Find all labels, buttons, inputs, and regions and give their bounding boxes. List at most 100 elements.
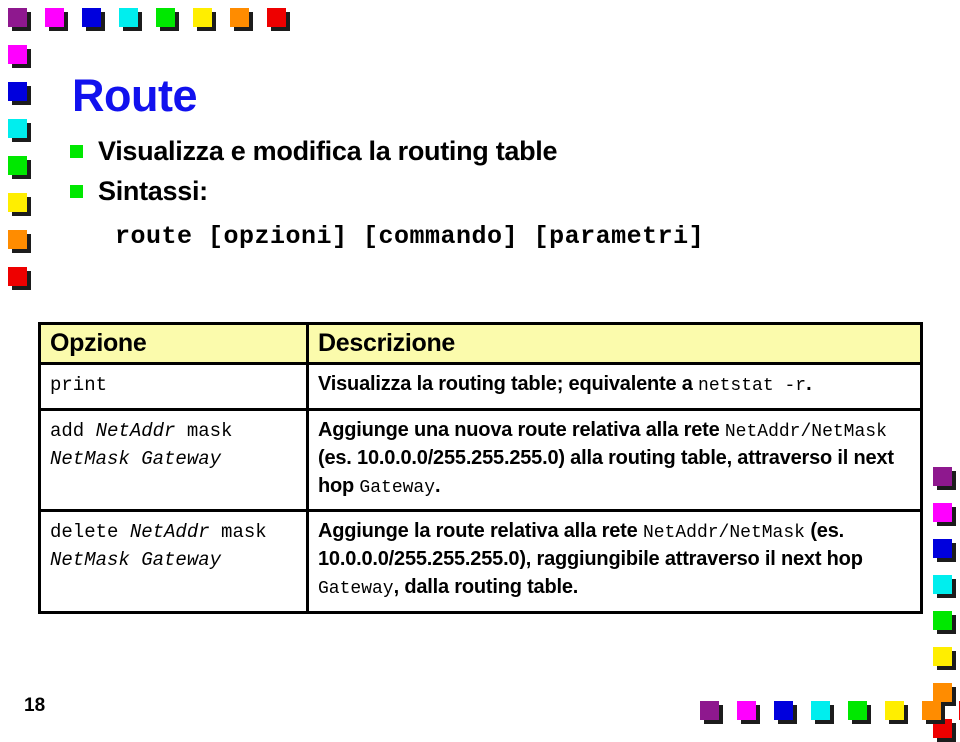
square-face	[8, 230, 27, 249]
description-cell: Aggiunge la route relativa alla rete Net…	[306, 509, 923, 614]
text-fragment: NetAddr/NetMask	[642, 523, 805, 544]
text-fragment: add	[50, 420, 96, 443]
option-cell: print	[38, 361, 309, 412]
square-face	[8, 8, 27, 27]
text-fragment: Gateway	[318, 578, 394, 599]
square-face	[45, 8, 64, 27]
decorative-square	[8, 82, 31, 105]
decorative-square	[8, 230, 31, 253]
description-cell: Visualizza la routing table; equivalente…	[306, 361, 923, 412]
table-row: delete NetAddr mask NetMask Gateway Aggiu…	[38, 509, 923, 614]
square-face	[933, 611, 952, 630]
table-row: print Visualizza la routing table; equiva…	[38, 361, 923, 412]
page-title: Route	[72, 70, 198, 121]
decorative-square	[933, 647, 956, 670]
square-face	[8, 45, 27, 64]
decorative-square	[933, 539, 956, 562]
decorative-square	[193, 8, 216, 31]
square-face	[82, 8, 101, 27]
text-fragment: delete	[50, 521, 130, 544]
text-fragment: NetMask Gateway	[50, 448, 222, 471]
square-face	[8, 156, 27, 175]
decorative-square	[922, 701, 945, 724]
square-face	[933, 575, 952, 594]
decorative-square	[933, 575, 956, 598]
square-face	[774, 701, 793, 720]
text-fragment: mask	[175, 420, 233, 443]
square-face	[8, 119, 27, 138]
square-face	[933, 539, 952, 558]
text-fragment: print	[50, 374, 108, 396]
square-bullet-icon	[70, 145, 83, 159]
square-face	[933, 683, 952, 702]
list-item: Sintassi:	[70, 176, 870, 207]
square-face	[8, 267, 27, 286]
option-cell: delete NetAddr mask NetMask Gateway	[38, 509, 309, 614]
text-fragment: .	[435, 474, 441, 497]
decorative-square	[8, 8, 31, 31]
options-table: Opzione Descrizione print Visualizza la r…	[38, 322, 923, 614]
decorative-square	[848, 701, 871, 724]
decorative-square	[8, 119, 31, 142]
column-header-opzione: Opzione	[38, 322, 309, 365]
table-row: add NetAddr mask NetMask Gateway Aggiunge…	[38, 408, 923, 513]
column-header-descrizione: Descrizione	[306, 322, 923, 365]
description-cell: Aggiunge una nuova route relativa alla r…	[306, 408, 923, 513]
decorative-square	[737, 701, 760, 724]
square-face	[933, 503, 952, 522]
square-face	[8, 82, 27, 101]
decorative-square	[267, 8, 290, 31]
text-fragment: .	[806, 373, 812, 395]
square-face	[848, 701, 867, 720]
square-face	[193, 8, 212, 27]
decorative-square	[933, 503, 956, 526]
text-fragment: netstat -r	[698, 376, 807, 396]
decorative-square	[45, 8, 68, 31]
decorative-square	[82, 8, 105, 31]
text-fragment: Aggiunge una nuova route relativa alla r…	[318, 419, 725, 442]
square-face	[230, 8, 249, 27]
decorative-square	[700, 701, 723, 724]
decorative-square	[8, 156, 31, 179]
text-fragment: Visualizza la routing table; equivalente…	[318, 373, 699, 395]
decorative-square	[811, 701, 834, 724]
decorative-square	[933, 611, 956, 634]
table-body: print Visualizza la routing table; equiva…	[38, 361, 923, 614]
decorative-square	[933, 683, 956, 706]
square-face	[885, 701, 904, 720]
square-face	[922, 701, 941, 720]
decorative-square	[933, 467, 956, 490]
decorative-square	[885, 701, 908, 724]
option-cell: add NetAddr mask NetMask Gateway	[38, 408, 309, 513]
decorative-square	[230, 8, 253, 31]
text-fragment: NetAddr/NetMask	[724, 422, 887, 443]
square-bullet-icon	[70, 185, 83, 199]
list-item: Visualizza e modifica la routing table	[70, 136, 870, 167]
text-fragment: Gateway	[359, 477, 436, 498]
text-fragment: NetAddr	[129, 521, 210, 544]
text-fragment: Aggiunge la route relativa alla rete	[318, 520, 643, 543]
page-number: 18	[24, 695, 46, 716]
text-fragment: , dalla routing table.	[393, 575, 579, 598]
decorative-square	[156, 8, 179, 31]
bullet-text: Visualizza e modifica la routing table	[98, 136, 558, 166]
text-fragment: mask	[209, 521, 267, 544]
bullet-text: Sintassi:	[98, 176, 208, 207]
table-header-row: Opzione Descrizione	[38, 322, 923, 365]
square-face	[119, 8, 138, 27]
text-fragment: NetMask Gateway	[50, 549, 222, 572]
square-face	[267, 8, 286, 27]
text-fragment: NetAddr	[95, 420, 176, 443]
square-face	[8, 193, 27, 212]
square-face	[156, 8, 175, 27]
command-syntax: route [opzioni] [commando] [parametri]	[115, 222, 705, 251]
square-face	[933, 647, 952, 666]
decorative-square	[8, 193, 31, 216]
square-face	[811, 701, 830, 720]
decorative-square	[119, 8, 142, 31]
decorative-square	[774, 701, 797, 724]
decorative-square	[8, 45, 31, 68]
decorative-square	[8, 267, 31, 290]
bullet-list: Visualizza e modifica la routing table S…	[70, 136, 870, 216]
square-face	[933, 467, 952, 486]
